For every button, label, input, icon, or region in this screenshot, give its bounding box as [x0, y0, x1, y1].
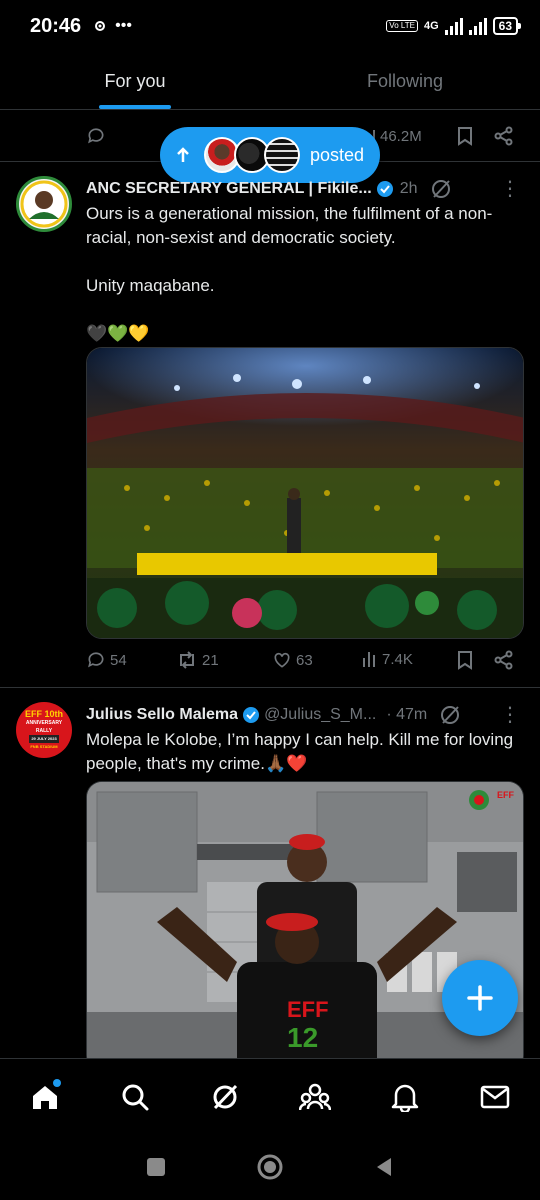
repost-icon [180, 651, 194, 669]
share-button[interactable] [494, 650, 514, 670]
battery-icon: 63 [492, 17, 522, 35]
avatar-text-line: FNB STADIUM [30, 744, 58, 749]
reply-count: 54 [110, 651, 127, 669]
communities-icon [299, 1083, 331, 1110]
avatar[interactable]: EFF 10th ANNIVERSARY RALLY 29 JULY 2023 … [16, 702, 72, 758]
views-button[interactable]: 7.4K [362, 650, 413, 668]
status-time: 20:46 [30, 14, 82, 37]
tweet-text: Ours is a generational mission, the fulf… [86, 204, 493, 343]
more-options-icon[interactable]: ⋮ [500, 702, 520, 727]
network-type: 4G [423, 20, 439, 32]
grok-icon[interactable] [439, 704, 461, 726]
search-icon [122, 1084, 149, 1110]
bookmark-button[interactable] [456, 126, 474, 146]
like-button[interactable]: 63 [272, 650, 313, 670]
views-count: 46.2M [380, 128, 422, 145]
reply-icon [88, 652, 104, 668]
author-name[interactable]: Julius Sello Malema [86, 706, 238, 724]
back-icon[interactable] [373, 1156, 395, 1178]
author-handle: @Julius_S_M... [264, 705, 377, 723]
tweet-time: · 47m [386, 705, 428, 723]
avatar[interactable] [16, 176, 72, 232]
notifications-icon [391, 1084, 419, 1112]
tweet-text: Molepa le Kolobe, I’m happy I can help. … [86, 730, 514, 773]
bottom-navigation [0, 1058, 540, 1134]
heart-icon [274, 652, 290, 668]
reply-button[interactable] [86, 126, 106, 146]
plus-icon [467, 985, 493, 1011]
tweet-time: 2h [399, 179, 418, 197]
share-icon [494, 650, 513, 670]
reply-icon [88, 128, 104, 144]
reply-button[interactable]: 54 [86, 650, 127, 670]
grok-icon [213, 1084, 238, 1109]
bookmark-icon [458, 127, 472, 146]
notification-dot [53, 1078, 61, 1087]
author-name[interactable]: ANC SECRETARY GENERAL | Fikile... [86, 180, 372, 198]
compose-button[interactable] [442, 960, 518, 1036]
tab-following[interactable]: Following [270, 56, 540, 109]
avatar-text-line: ANNIVERSARY [25, 720, 63, 726]
bookmark-button[interactable] [456, 650, 474, 670]
tweet-media[interactable] [86, 347, 524, 639]
views-icon [363, 652, 375, 667]
nav-messages[interactable] [473, 1075, 517, 1119]
tab-for-you[interactable]: For you [0, 56, 270, 109]
svg-text:EFF: EFF [287, 997, 329, 1022]
volte-badge: Vo LTE [386, 20, 418, 32]
verified-icon [376, 180, 393, 197]
recents-icon[interactable] [145, 1156, 167, 1178]
views-count: 7.4K [382, 650, 413, 668]
arrow-up-icon [177, 147, 189, 162]
more-notifications-icon: ••• [115, 17, 132, 34]
nav-notifications[interactable] [383, 1075, 427, 1119]
like-count: 63 [296, 651, 313, 669]
svg-text:12: 12 [287, 1022, 318, 1053]
avatar-text-line: RALLY [35, 728, 53, 734]
nav-search[interactable] [113, 1075, 157, 1119]
repost-button[interactable]: 21 [176, 650, 219, 670]
signal-icon [444, 17, 463, 35]
bookmark-icon [458, 651, 472, 670]
nav-home[interactable] [23, 1075, 67, 1119]
home-circle-icon[interactable] [256, 1153, 284, 1181]
grok-icon[interactable] [430, 178, 452, 200]
tweet-header: Julius Sello Malema @Julius_S_M... · 47m… [86, 702, 520, 727]
repost-count: 21 [202, 651, 219, 669]
share-icon [494, 126, 513, 146]
tweet-actions: 54 21 63 7.4K [86, 650, 516, 680]
more-options-icon[interactable]: ⋮ [500, 176, 520, 201]
messages-icon [480, 1085, 510, 1108]
avatar-text-line: 29 JULY 2023 [29, 735, 59, 743]
verified-icon [243, 706, 260, 723]
share-button[interactable] [494, 126, 514, 146]
signal-2-icon [468, 17, 487, 35]
avatar-text-line: EFF 10th [24, 709, 63, 719]
timeline-tabs: For you Following [0, 56, 540, 110]
nav-communities[interactable] [293, 1075, 337, 1119]
nav-grok[interactable] [203, 1075, 247, 1119]
status-notification-icons: ••• [93, 17, 132, 35]
media-logo: EFF [497, 790, 514, 800]
tweet[interactable]: ANC SECRETARY GENERAL | Fikile... 2h ⋮ O… [0, 162, 540, 688]
settings-icon [95, 21, 106, 31]
anc-avatar-image [20, 180, 68, 228]
tweet-header: ANC SECRETARY GENERAL | Fikile... 2h ⋮ [86, 176, 520, 201]
rally-photo [87, 348, 523, 638]
status-bar: 20:46 ••• Vo LTE 4G 63 [0, 0, 540, 52]
system-navigation [0, 1134, 540, 1200]
